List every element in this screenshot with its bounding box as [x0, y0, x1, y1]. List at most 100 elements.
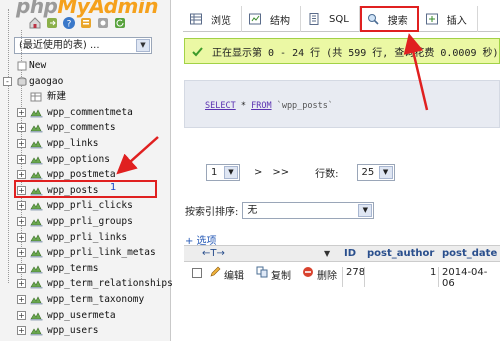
tree-item[interactable]: + wpp_terms: [0, 261, 171, 277]
expand-icon[interactable]: +: [17, 170, 26, 180]
tree-item-label[interactable]: wpp_prli_clicks: [47, 198, 133, 214]
home-icon[interactable]: [28, 16, 42, 30]
expand-icon[interactable]: +: [17, 279, 26, 289]
sql-query-box: SELECT * FROM `wpp_posts`: [184, 80, 500, 128]
sort-arrow-icon[interactable]: ▼: [324, 249, 330, 258]
table-icon: [30, 280, 43, 289]
tree-item-label[interactable]: wpp_prli_links: [47, 230, 127, 246]
tab-sql[interactable]: SQL: [301, 6, 360, 32]
reload-icon[interactable]: [113, 16, 127, 30]
tree-item[interactable]: - gaogao: [0, 74, 171, 90]
rows-select[interactable]: 25 ▼: [356, 164, 395, 181]
tab-insert[interactable]: 插入: [419, 6, 478, 32]
tab-search[interactable]: 搜索: [359, 6, 419, 32]
column-divider: [342, 267, 343, 287]
column-nav-arrows[interactable]: ←T→: [202, 248, 225, 259]
tree-item-label[interactable]: New: [29, 58, 46, 74]
column-header-id[interactable]: ID: [344, 248, 356, 259]
tree-item-label[interactable]: wpp_commentmeta: [47, 105, 133, 121]
tree-item-label[interactable]: wpp_links: [47, 136, 98, 152]
delete-icon[interactable]: [302, 266, 314, 278]
tree-item[interactable]: + wpp_term_taxonomy: [0, 292, 171, 308]
logout-icon[interactable]: [45, 16, 59, 30]
tree-item[interactable]: + wpp_commentmeta: [0, 105, 171, 121]
tree-item[interactable]: + wpp_term_relationships: [0, 276, 173, 292]
tree-item-label[interactable]: gaogao: [29, 74, 63, 90]
expand-icon[interactable]: +: [17, 232, 26, 242]
sql-keyword-from[interactable]: FROM: [251, 101, 271, 111]
expand-icon[interactable]: +: [17, 107, 26, 117]
tree-item[interactable]: + wpp_prli_link_metas: [0, 245, 171, 261]
expand-icon[interactable]: +: [17, 216, 26, 226]
cell-post-date: 2014-04-06: [442, 267, 488, 289]
table-icon: [30, 265, 43, 274]
sql-table-name: `wpp_posts`: [276, 101, 333, 111]
tab-search-label: 搜索: [387, 15, 408, 27]
table-icon: [30, 109, 43, 118]
row-checkbox[interactable]: [192, 268, 202, 278]
rows-value: 25: [361, 167, 375, 178]
last-page-button[interactable]: >>: [272, 167, 289, 178]
row-copy-link[interactable]: 复制: [271, 267, 291, 282]
tab-structure[interactable]: 结构: [242, 6, 301, 32]
edit-icon[interactable]: [209, 266, 221, 278]
tree-item-label[interactable]: wpp_term_taxonomy: [47, 292, 144, 308]
docs-icon[interactable]: [79, 16, 93, 30]
tree-item[interactable]: New: [0, 58, 171, 74]
tree-item[interactable]: + wpp_prli_groups: [0, 214, 171, 230]
tree-item[interactable]: + wpp_prli_clicks: [0, 198, 171, 214]
tree-item-label[interactable]: wpp_usermeta: [47, 308, 116, 324]
next-page-button[interactable]: >: [254, 167, 262, 178]
expand-icon[interactable]: +: [17, 154, 26, 164]
sort-select[interactable]: 无 ▼: [242, 202, 375, 219]
table-icon: [30, 155, 43, 165]
database-tree: New - gaogao 新建 + wpp_commentmeta + wpp_comment…: [0, 58, 173, 339]
tree-item-label[interactable]: wpp_options: [47, 152, 110, 168]
table-icon: [30, 124, 43, 133]
help-icon[interactable]: ?: [62, 16, 76, 30]
expand-icon[interactable]: +: [17, 310, 26, 320]
expand-icon[interactable]: +: [17, 201, 26, 211]
expand-icon[interactable]: +: [17, 138, 26, 148]
column-divider: [364, 267, 365, 287]
row-edit-link[interactable]: 编辑: [224, 267, 244, 282]
tree-item[interactable]: + wpp_users: [0, 323, 171, 339]
column-header-post-date[interactable]: post_date: [442, 248, 497, 259]
tab-browse[interactable]: 浏览: [183, 6, 242, 32]
cell-post-author: 1: [430, 267, 437, 278]
tree-item-label[interactable]: wpp_prli_link_metas: [47, 245, 156, 261]
highlight-annotation: [14, 180, 157, 198]
tree-item[interactable]: 新建: [0, 89, 171, 105]
expand-icon[interactable]: +: [17, 123, 26, 133]
tree-item[interactable]: + wpp_options: [0, 152, 171, 168]
tree-item-label[interactable]: wpp_prli_groups: [47, 214, 133, 230]
expand-icon[interactable]: +: [17, 326, 26, 336]
tree-item[interactable]: + wpp_comments: [0, 120, 171, 136]
main-panel: 浏览 结构 SQL 搜索 插入 正在显示第 0 - 24 行 (共 599 行,…: [176, 0, 500, 341]
expand-icon[interactable]: +: [17, 248, 26, 258]
recent-tables-select[interactable]: (最近使用的表) ... ▼: [14, 37, 152, 54]
recent-tables-value: (最近使用的表) ...: [19, 40, 100, 51]
tree-item-label[interactable]: 新建: [47, 89, 66, 105]
tree-item-label[interactable]: wpp_users: [47, 323, 98, 339]
row-delete-link[interactable]: 删除: [317, 267, 337, 282]
tree-item[interactable]: + wpp_prli_links: [0, 230, 171, 246]
copy-icon[interactable]: [256, 266, 268, 278]
sql-keyword-select[interactable]: SELECT: [205, 101, 236, 111]
table-icon: [30, 202, 43, 211]
settings-icon[interactable]: [96, 16, 110, 30]
table-icon: [30, 249, 43, 258]
tab-sql-label: SQL: [329, 13, 349, 25]
collapse-icon[interactable]: -: [3, 76, 12, 86]
expand-icon[interactable]: +: [17, 263, 26, 273]
column-header-post-author[interactable]: post_author: [367, 248, 434, 259]
tree-item-label[interactable]: wpp_comments: [47, 120, 116, 136]
tree-item[interactable]: + wpp_links: [0, 136, 171, 152]
tree-item-label[interactable]: wpp_terms: [47, 261, 98, 277]
tree-item[interactable]: + wpp_usermeta: [0, 308, 171, 324]
table-icon: [30, 140, 43, 149]
page-select[interactable]: 1 ▼: [206, 164, 240, 181]
expand-icon[interactable]: +: [17, 294, 26, 304]
tree-item-label[interactable]: wpp_term_relationships: [47, 276, 173, 292]
sort-by-index-row: 按索引排序: 无 ▼: [185, 202, 375, 219]
